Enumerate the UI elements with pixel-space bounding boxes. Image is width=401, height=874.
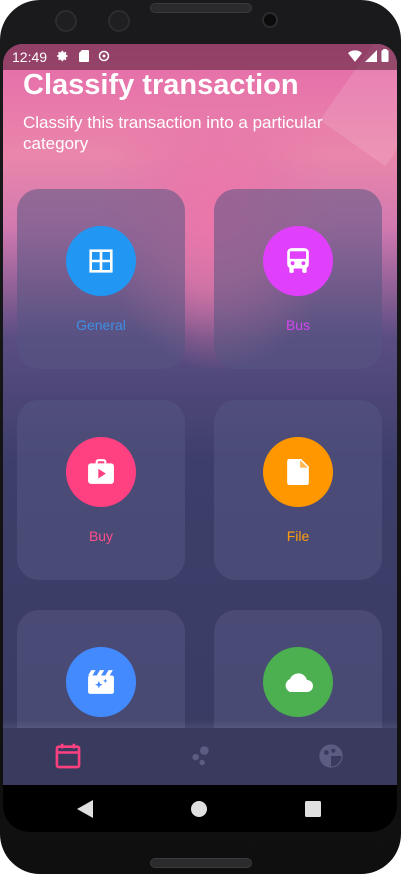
category-label: File [286, 528, 310, 544]
category-card-file[interactable]: File [214, 400, 382, 580]
sync-icon [99, 50, 110, 62]
system-home-button[interactable] [188, 798, 210, 820]
status-time: 12:49 [12, 49, 48, 65]
system-back-button[interactable] [74, 798, 96, 820]
back-triangle-icon [77, 800, 93, 818]
category-card-bus[interactable]: Bus [214, 189, 382, 369]
category-icon-circle [263, 437, 333, 507]
app-screen: 12:49 Classify transaction Classify this… [3, 44, 397, 832]
category-label: General [76, 317, 126, 333]
page-subtitle: Classify this transaction into a particu… [23, 113, 323, 153]
bottom-speaker [150, 858, 252, 868]
status-system-icons [347, 49, 389, 64]
status-notification-icons [57, 49, 110, 64]
status-bar: 12:49 [3, 44, 397, 70]
cloud-icon [285, 673, 313, 692]
settings-icon [57, 50, 68, 62]
device-frame: 12:49 Classify transaction Classify this… [0, 0, 401, 874]
movie-clapper-icon [88, 670, 114, 694]
nav-bubbles[interactable] [184, 740, 216, 772]
system-recents-button[interactable] [302, 798, 324, 820]
palette-icon [319, 744, 343, 768]
page-title: Classify transaction [23, 69, 299, 101]
category-label: Buy [88, 528, 114, 544]
wifi-icon [347, 50, 362, 62]
file-icon [287, 459, 309, 485]
category-icon-circle [263, 226, 333, 296]
system-navigation-bar [3, 785, 397, 832]
battery-icon [381, 49, 389, 62]
top-speaker [150, 3, 252, 13]
front-camera-icon [55, 10, 77, 32]
category-icon-circle [66, 226, 136, 296]
category-card-buy[interactable]: Buy [17, 400, 185, 580]
front-sensor-icon [108, 10, 130, 32]
signal-icon [365, 50, 378, 62]
category-icon-circle [66, 647, 136, 717]
recents-square-icon [305, 801, 321, 817]
home-circle-icon [191, 801, 207, 817]
nav-calendar[interactable] [52, 740, 84, 772]
category-card-general[interactable]: General [17, 189, 185, 369]
category-icon-circle [66, 437, 136, 507]
shopping-bag-icon [88, 459, 114, 484]
page-header: Classify transaction Classify this trans… [23, 68, 383, 154]
bubbles-icon [192, 746, 209, 766]
bus-icon [287, 248, 309, 273]
category-icon-circle [263, 647, 333, 717]
proximity-sensor-icon [262, 12, 278, 28]
category-label: Bus [285, 317, 311, 333]
bottom-navigation [3, 728, 397, 785]
category-grid: General Bus Buy File [17, 189, 383, 790]
nav-palette[interactable] [315, 740, 347, 772]
calendar-icon [55, 743, 81, 769]
grid-icon [89, 249, 113, 273]
sd-card-icon [78, 50, 89, 62]
